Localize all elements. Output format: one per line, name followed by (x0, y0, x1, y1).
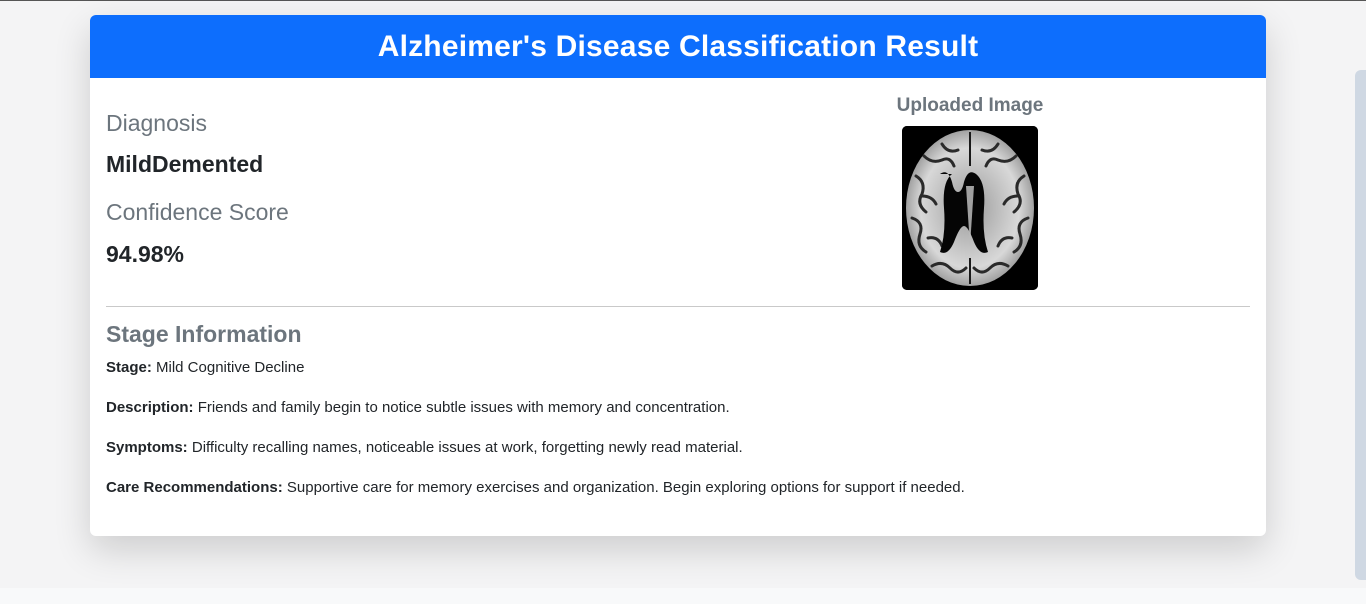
uploaded-image (902, 126, 1038, 290)
brain-mri-image (902, 126, 1038, 290)
symptoms-label: Symptoms: (106, 439, 188, 456)
description-line: Description: Friends and family begin to… (106, 398, 1250, 418)
stage-information: Stage Information Stage: Mild Cognitive … (106, 320, 1250, 518)
diagnosis-value: MildDemented (106, 151, 264, 177)
uploaded-image-panel: Uploaded Image (870, 94, 1070, 290)
page-title: Alzheimer's Disease Classification Resul… (377, 29, 979, 63)
confidence-value: 94.98% (106, 241, 185, 267)
stage-value: Mild Cognitive Decline (156, 359, 305, 376)
symptoms-value: Difficulty recalling names, noticeable i… (191, 439, 743, 456)
uploaded-image-heading: Uploaded Image (896, 95, 1044, 116)
care-line: Care Recommendations: Supportive care fo… (106, 478, 1250, 498)
result-card: Alzheimer's Disease Classification Resul… (90, 15, 1266, 536)
page-footer-strip (0, 588, 1366, 604)
stage-label: Stage: (106, 359, 152, 376)
section-divider (106, 306, 1250, 307)
symptoms-line: Symptoms: Difficulty recalling names, no… (106, 438, 1250, 458)
vertical-scrollbar[interactable] (1355, 70, 1366, 580)
diagnosis-heading: Diagnosis (106, 110, 207, 136)
stage-line: Stage: Mild Cognitive Decline (106, 358, 1250, 378)
top-border (0, 0, 1366, 1)
card-header: Alzheimer's Disease Classification Resul… (90, 15, 1266, 78)
care-value: Supportive care for memory exercises and… (286, 479, 965, 496)
description-label: Description: (106, 399, 194, 416)
care-label: Care Recommendations: (106, 479, 283, 496)
description-value: Friends and family begin to notice subtl… (197, 399, 730, 416)
stage-info-heading: Stage Information (106, 321, 302, 347)
confidence-heading: Confidence Score (106, 199, 289, 225)
